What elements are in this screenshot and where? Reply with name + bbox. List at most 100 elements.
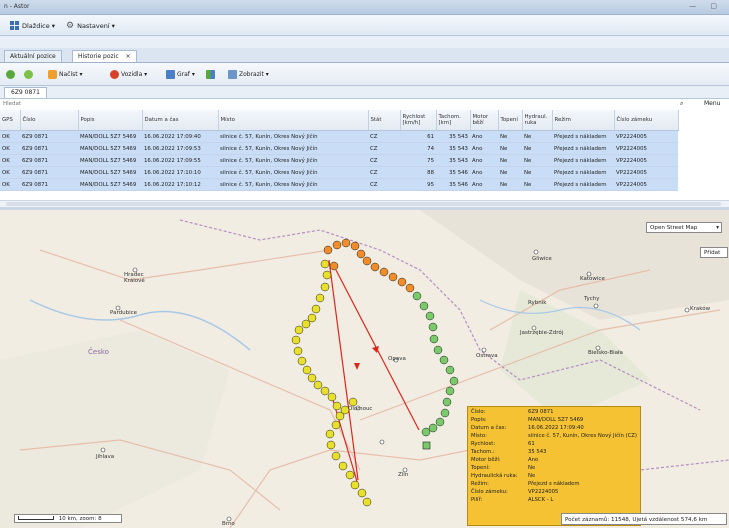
show-icon bbox=[228, 69, 237, 79]
chart-button[interactable]: Graf ▾ bbox=[166, 68, 195, 80]
country-cell: CZ bbox=[368, 154, 400, 167]
title-bar: n - Astor — ▢ bbox=[0, 0, 729, 15]
search-icon[interactable]: ⌕ bbox=[680, 100, 683, 108]
show-label: Zobrazit ▾ bbox=[239, 70, 269, 78]
add-button[interactable] bbox=[24, 68, 33, 80]
scrollbar-thumb[interactable] bbox=[6, 202, 721, 206]
engine-cell: Ano bbox=[470, 166, 498, 179]
city-label: Bielsko-Biała bbox=[588, 350, 623, 356]
column-header[interactable]: Místo bbox=[218, 110, 369, 131]
split-icon bbox=[206, 69, 215, 79]
vehicle-tab[interactable]: 6Z9 0871 bbox=[4, 87, 47, 98]
number-cell: 6Z9 0871 bbox=[20, 166, 78, 179]
heating-cell: Ne bbox=[498, 130, 522, 143]
city-label: Rybnik bbox=[528, 300, 547, 306]
column-header[interactable]: Číslo zámeku bbox=[614, 110, 679, 131]
tab-position-history[interactable]: Historie pozic × bbox=[72, 50, 137, 62]
search-input[interactable] bbox=[3, 100, 563, 108]
table-row[interactable]: OK 6Z9 0871 MAN/DOLL 5Z7 5469 16.06.2022 17… bbox=[0, 142, 678, 155]
grid-menu-button[interactable]: Menu bbox=[704, 100, 720, 107]
popup-key: Popis: bbox=[471, 417, 487, 423]
column-header[interactable]: GPS bbox=[0, 110, 21, 131]
close-icon[interactable]: × bbox=[126, 53, 131, 60]
map-type-value: Open Street Map bbox=[650, 225, 698, 231]
tab-position-history-label: Historie pozic bbox=[78, 53, 119, 60]
table-row[interactable]: OK 6Z9 0871 MAN/DOLL 5Z7 5469 16.06.2022 17… bbox=[0, 154, 678, 167]
country-cell: CZ bbox=[368, 142, 400, 155]
number-cell: 6Z9 0871 bbox=[20, 130, 78, 143]
column-header[interactable]: Hydraul. ruka bbox=[522, 110, 553, 131]
chevron-down-icon: ▾ bbox=[716, 225, 719, 231]
popup-key: Motor běží: bbox=[471, 457, 501, 463]
place-cell: silnice č. 57, Kunín, Okres Nový Jičín bbox=[218, 166, 368, 179]
popup-value: silnice č. 57, Kunín, Okres Nový Jičín (… bbox=[528, 433, 637, 439]
window-controls[interactable]: — ▢ bbox=[689, 2, 723, 10]
hydraulic-cell: Ne bbox=[522, 130, 552, 143]
popup-value: 35 543 bbox=[528, 449, 547, 455]
refresh-button[interactable] bbox=[6, 68, 15, 80]
popup-value: Přejezd s nákladem bbox=[528, 481, 580, 487]
gps-cell: OK bbox=[0, 154, 20, 167]
number-cell: 6Z9 0871 bbox=[20, 178, 78, 191]
vehicle-icon bbox=[110, 69, 119, 79]
window-title: n - Astor bbox=[4, 3, 30, 10]
load-button[interactable]: Načíst ▾ bbox=[48, 68, 83, 80]
column-header[interactable]: Topení bbox=[498, 110, 523, 131]
gps-cell: OK bbox=[0, 166, 20, 179]
number-cell: 6Z9 0871 bbox=[20, 154, 78, 167]
odometer-cell: 35 543 bbox=[436, 142, 470, 155]
column-header[interactable]: Tachom. [km] bbox=[436, 110, 471, 131]
tab-current-positions[interactable]: Aktuální pozice bbox=[4, 50, 62, 62]
split-button[interactable] bbox=[206, 68, 215, 80]
city-label: Hradec Králové bbox=[124, 272, 145, 284]
heating-cell: Ne bbox=[498, 142, 522, 155]
table-header-row: GPS Číslo Popis Datum a čas Místo Stát R… bbox=[0, 110, 679, 131]
place-cell: silnice č. 57, Kunín, Okres Nový Jičín bbox=[218, 154, 368, 167]
column-header[interactable]: Rychlost [km/h] bbox=[400, 110, 437, 131]
grid-horizontal-scrollbar[interactable] bbox=[0, 200, 729, 207]
vehicles-button[interactable]: Vozidla ▾ bbox=[110, 68, 147, 80]
datetime-cell: 16.06.2022 17:09:55 bbox=[142, 154, 218, 167]
table-row[interactable]: OK 6Z9 0871 MAN/DOLL 5Z7 5469 16.06.2022 17… bbox=[0, 130, 678, 143]
datetime-cell: 16.06.2022 17:10:10 bbox=[142, 166, 218, 179]
tiles-menu[interactable]: Dlaždice ▾ bbox=[10, 20, 55, 31]
vehicles-label: Vozidla ▾ bbox=[121, 70, 148, 78]
column-header[interactable]: Datum a čas bbox=[142, 110, 219, 131]
column-header[interactable]: Stát bbox=[368, 110, 401, 131]
tab-current-positions-label: Aktuální pozice bbox=[10, 53, 56, 60]
scale-label: 10 km, zoom: 8 bbox=[58, 516, 102, 522]
popup-key: Číslo: bbox=[471, 409, 486, 415]
tiles-icon bbox=[10, 21, 19, 30]
popup-key: Tachom.: bbox=[471, 449, 495, 455]
engine-cell: Ano bbox=[470, 178, 498, 191]
city-label: Tychy bbox=[584, 296, 600, 302]
column-header[interactable]: Režim bbox=[552, 110, 615, 131]
city-label: Pardubice bbox=[110, 310, 138, 316]
show-button[interactable]: Zobrazit ▾ bbox=[228, 68, 269, 80]
map-type-select[interactable]: Open Street Map ▾ bbox=[646, 222, 722, 233]
datetime-cell: 16.06.2022 17:09:53 bbox=[142, 142, 218, 155]
mode-cell: Přejezd s nákladem bbox=[552, 166, 614, 179]
mode-cell: Přejezd s nákladem bbox=[552, 154, 614, 167]
column-header[interactable]: Popis bbox=[78, 110, 143, 131]
city-label: Ostrava bbox=[476, 353, 498, 359]
position-table: GPS Číslo Popis Datum a čas Místo Stát R… bbox=[0, 110, 679, 191]
engine-cell: Ano bbox=[470, 130, 498, 143]
hydraulic-cell: Ne bbox=[522, 142, 552, 155]
place-cell: silnice č. 57, Kunín, Okres Nový Jičín bbox=[218, 130, 368, 143]
popup-key: Topení: bbox=[471, 465, 490, 471]
table-row[interactable]: OK 6Z9 0871 MAN/DOLL 5Z7 5469 16.06.2022 17… bbox=[0, 178, 678, 191]
odometer-cell: 35 543 bbox=[436, 154, 470, 167]
city-label: Opava bbox=[388, 356, 406, 362]
popup-key: Místo: bbox=[471, 433, 487, 439]
refresh-icon bbox=[6, 69, 15, 79]
settings-menu[interactable]: ⚙ Nastavení ▾ bbox=[66, 20, 115, 31]
city-label: Jastrzębie-Zdrój bbox=[520, 330, 564, 336]
map-add-button[interactable]: Přidat bbox=[700, 247, 728, 258]
city-label: Katowice bbox=[580, 276, 605, 282]
column-header[interactable]: Motor běží bbox=[470, 110, 499, 131]
table-row[interactable]: OK 6Z9 0871 MAN/DOLL 5Z7 5469 16.06.2022 17… bbox=[0, 166, 678, 179]
column-header[interactable]: Číslo bbox=[20, 110, 79, 131]
speed-cell: 61 bbox=[400, 130, 436, 143]
popup-key: Datum a čas: bbox=[471, 425, 507, 431]
